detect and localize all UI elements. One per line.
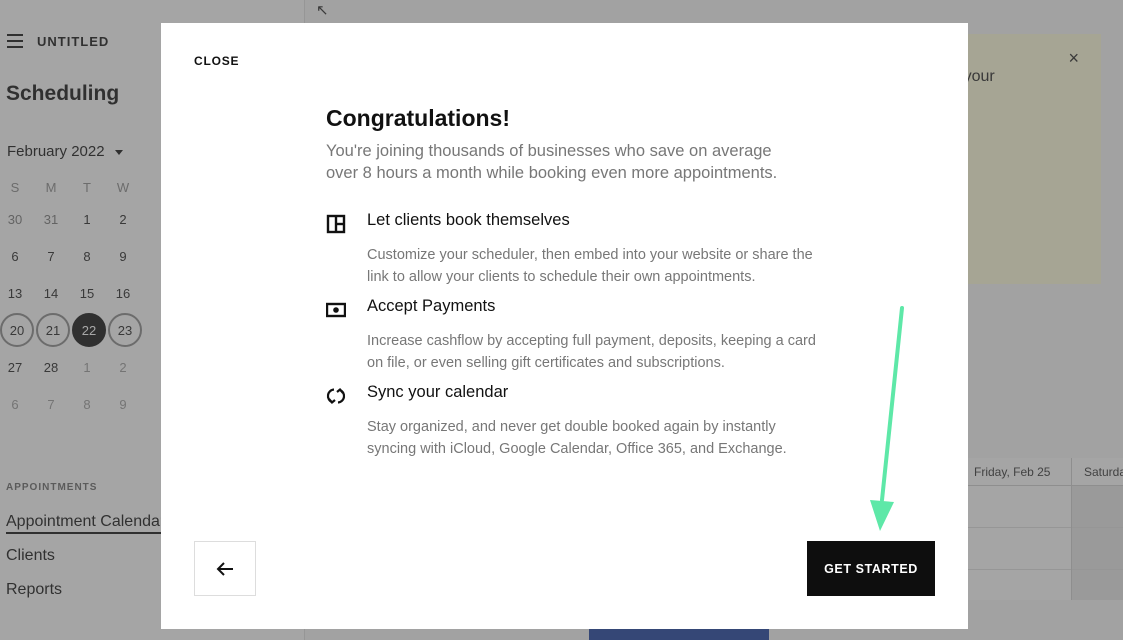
onboarding-modal: CLOSE Congratulations! You're joining th… xyxy=(161,23,968,629)
layout-icon xyxy=(326,214,346,234)
feature-description: Customize your scheduler, then embed int… xyxy=(367,247,813,285)
arrow-left-icon xyxy=(216,561,233,576)
sync-icon xyxy=(326,387,346,405)
payment-icon xyxy=(326,302,346,318)
modal-content: Congratulations! You're joining thousand… xyxy=(326,105,816,457)
modal-title: Congratulations! xyxy=(326,105,510,131)
feature-title: Accept Payments xyxy=(367,297,496,315)
feature-title: Sync your calendar xyxy=(367,383,509,401)
feature-description: Increase cashflow by accepting full paym… xyxy=(367,333,816,371)
feature-description: Stay organized, and never get double boo… xyxy=(367,419,787,457)
close-button[interactable]: CLOSE xyxy=(194,54,239,68)
modal-subtitle: You're joining thousands of businesses w… xyxy=(326,142,778,182)
get-started-button[interactable]: GET STARTED xyxy=(807,541,935,596)
back-button[interactable] xyxy=(194,541,256,596)
feature-title: Let clients book themselves xyxy=(367,211,570,229)
